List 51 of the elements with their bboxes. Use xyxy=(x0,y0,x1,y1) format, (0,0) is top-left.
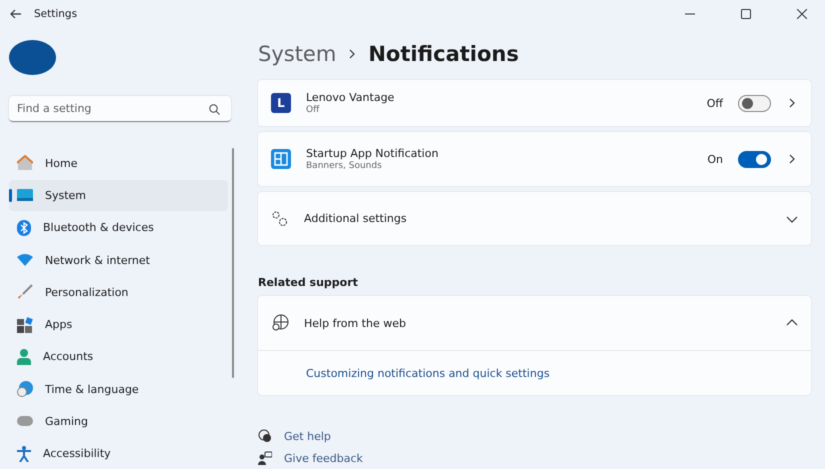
section-heading: Related support xyxy=(258,276,359,289)
brush-icon xyxy=(17,284,33,300)
toggle-status: On xyxy=(707,152,723,166)
search-icon xyxy=(209,104,220,116)
nav-item[interactable]: Accessibility xyxy=(9,438,228,469)
nav-item[interactable]: Home xyxy=(9,148,228,178)
close-icon xyxy=(797,9,807,19)
app-notification-card[interactable]: L Lenovo Vantage Off Off xyxy=(258,80,811,126)
toggle-switch[interactable] xyxy=(738,94,771,112)
nav-item[interactable]: Apps xyxy=(9,310,228,340)
minimize-icon xyxy=(685,13,695,15)
wifi-icon xyxy=(17,254,33,266)
nav-item[interactable]: Personalization xyxy=(9,277,228,308)
footer-link[interactable]: Give feedback xyxy=(258,451,811,465)
monitor-icon xyxy=(17,189,33,202)
app-notification-card[interactable]: Startup App Notification Banners, Sounds On xyxy=(258,132,811,186)
additional-settings-card[interactable]: Additional settings xyxy=(258,192,811,245)
footer-link[interactable]: Get help xyxy=(258,429,811,443)
person-icon xyxy=(17,348,31,365)
window-title: Settings xyxy=(34,8,78,20)
globe-clock-icon xyxy=(17,381,33,398)
help-link[interactable]: Customizing notifications and quick settings xyxy=(306,366,550,380)
window-grid-icon xyxy=(271,149,291,169)
search-field[interactable]: Find a setting xyxy=(9,96,231,122)
nav-item[interactable]: Gaming xyxy=(9,406,228,437)
nav-item[interactable]: Network & internet xyxy=(9,244,228,276)
app-name: Lenovo Vantage xyxy=(306,91,396,104)
app-name: Startup App Notification xyxy=(306,147,440,160)
app-subtitle: Off xyxy=(306,105,320,115)
back-arrow-icon xyxy=(10,8,22,20)
toggle-status: Off xyxy=(706,96,723,110)
accessibility-icon xyxy=(17,446,31,462)
app-subtitle: Banners, Sounds xyxy=(306,161,383,171)
nav-item[interactable]: Bluetooth & devices xyxy=(9,212,228,243)
toggle-switch[interactable] xyxy=(738,150,771,168)
breadcrumb-item[interactable]: System xyxy=(258,42,336,66)
maximize-icon xyxy=(741,9,751,19)
nav-item[interactable]: Accounts xyxy=(9,342,228,372)
home-icon xyxy=(17,155,33,172)
help-title: Help from the web xyxy=(304,316,407,330)
nav-item[interactable]: Time & language xyxy=(9,374,228,404)
apps-icon xyxy=(17,316,33,333)
globe-search-icon xyxy=(271,314,289,332)
nav-item[interactable]: System xyxy=(9,180,228,211)
additional-settings-label: Additional settings xyxy=(304,212,408,225)
feedback-icon xyxy=(258,451,272,465)
scrollbar[interactable] xyxy=(232,148,234,378)
breadcrumb-item: Notifications xyxy=(368,42,519,66)
avatar-circle xyxy=(9,40,56,76)
app-logo-icon: L xyxy=(271,93,291,113)
bluetooth-icon xyxy=(17,220,31,236)
